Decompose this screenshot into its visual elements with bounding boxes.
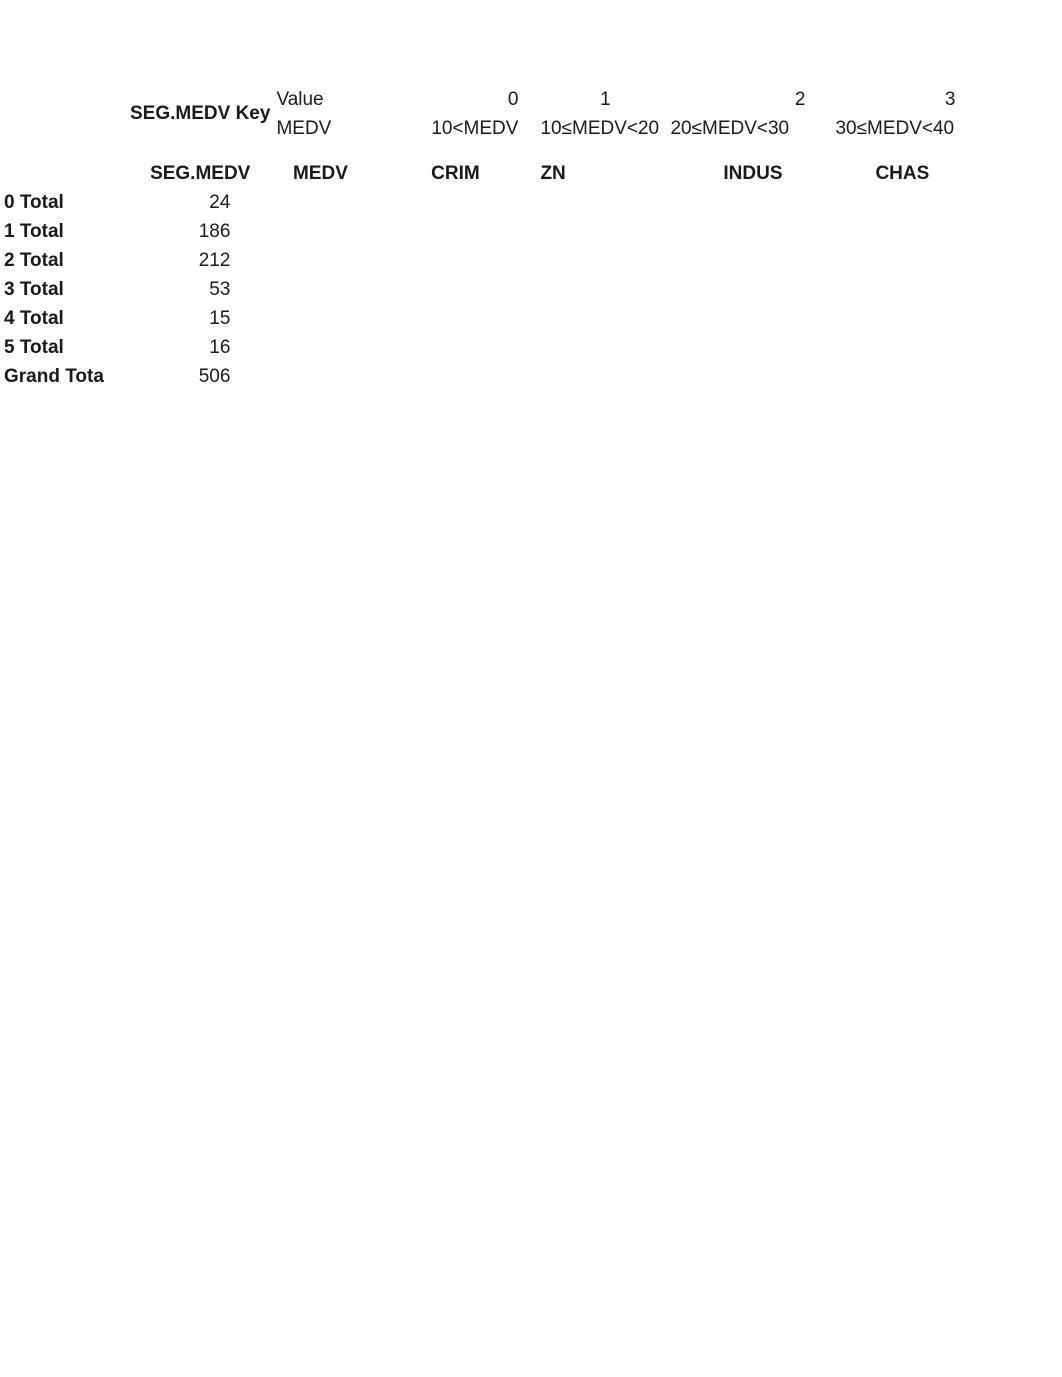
- key-header-row-1: SEG.MEDV Key Value 0 1 2 3: [0, 85, 995, 114]
- row-value: 506: [130, 362, 270, 391]
- col-zn: ZN: [540, 159, 670, 188]
- row-label: 0 Total: [0, 188, 130, 217]
- row-label: 4 Total: [0, 304, 130, 333]
- row-value: 15: [130, 304, 270, 333]
- key-col-3: 3: [835, 85, 995, 114]
- key-col-0: 0: [370, 85, 540, 114]
- table-row: 3 Total 53: [0, 275, 995, 304]
- key-range-3: 30≤MEDV<40: [835, 114, 995, 143]
- row-value: 16: [130, 333, 270, 362]
- key-range-0: 10<MEDV: [370, 114, 540, 143]
- table-row: 1 Total 186: [0, 217, 995, 246]
- table-row: 5 Total 16: [0, 333, 995, 362]
- row-label: 5 Total: [0, 333, 130, 362]
- col-medv: MEDV: [270, 159, 370, 188]
- table-row: 0 Total 24: [0, 188, 995, 217]
- row-value: 53: [130, 275, 270, 304]
- col-segmedv: SEG.MEDV: [130, 159, 270, 188]
- row-value: 24: [130, 188, 270, 217]
- column-header-row: SEG.MEDV MEDV CRIM ZN INDUS CHAS: [0, 159, 995, 188]
- col-chas: CHAS: [835, 159, 995, 188]
- col-indus: INDUS: [670, 159, 835, 188]
- row-label: 2 Total: [0, 246, 130, 275]
- table-row: Grand Tota 506: [0, 362, 995, 391]
- table-row: 4 Total 15: [0, 304, 995, 333]
- key-label: SEG.MEDV Key: [130, 85, 270, 143]
- row-value: 212: [130, 246, 270, 275]
- key-range-2: 20≤MEDV<30: [670, 114, 835, 143]
- row-value: 186: [130, 217, 270, 246]
- spreadsheet-view: SEG.MEDV Key Value 0 1 2 3 MEDV 10<MEDV …: [0, 85, 1062, 391]
- key-col-2: 2: [670, 85, 835, 114]
- key-col-1: 1: [540, 85, 670, 114]
- key-range-1: 10≤MEDV<20: [540, 114, 670, 143]
- table-row: 2 Total 212: [0, 246, 995, 275]
- row-label: Grand Tota: [0, 362, 130, 391]
- key-medv-label: MEDV: [270, 114, 370, 143]
- row-label: 1 Total: [0, 217, 130, 246]
- row-label: 3 Total: [0, 275, 130, 304]
- data-table: SEG.MEDV Key Value 0 1 2 3 MEDV 10<MEDV …: [0, 85, 995, 391]
- key-value-label: Value: [270, 85, 370, 114]
- col-crim: CRIM: [370, 159, 540, 188]
